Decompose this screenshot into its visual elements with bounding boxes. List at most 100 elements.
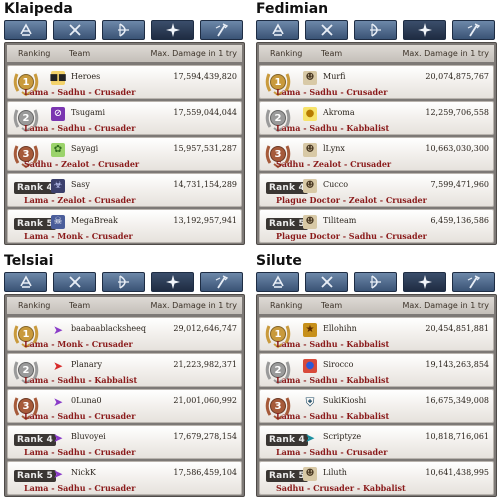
team-leader-name[interactable]: 0Luna0 — [71, 396, 102, 405]
rank-label: Rank 5 — [14, 218, 56, 230]
max-damage-value: 17,586,459,104 — [173, 468, 237, 477]
rank-label: Rank 4 — [14, 182, 56, 194]
class-tab-3[interactable] — [102, 272, 145, 292]
header-ranking: Ranking — [18, 49, 51, 58]
crossed-swords-icon — [68, 24, 81, 36]
ranking-row[interactable]: 1 ★ Ellohihn 20,454,851,881 Lama - Sadhu - K… — [259, 317, 494, 351]
team-leader-name[interactable]: Scriptyze — [323, 432, 361, 441]
team-leader-name[interactable]: Sayagi — [71, 144, 98, 153]
bow-icon — [369, 275, 381, 289]
team-jobs: Lama - Sadhu - Kabbalist — [276, 375, 390, 385]
ranking-row[interactable]: Rank 5 ➤ NickK 17,586,459,104 Lama - Sadhu -… — [7, 461, 242, 495]
class-tab-4[interactable] — [403, 272, 446, 292]
ranking-row[interactable]: Rank 4 ➤ Bluvoyei 17,679,278,154 Lama - Sadh… — [7, 425, 242, 459]
max-damage-value: 17,559,044,044 — [173, 108, 237, 117]
ranking-row[interactable]: Rank 4 ➤ Scriptyze 10,818,716,061 Lama - Sad… — [259, 425, 494, 459]
ranking-row[interactable]: Rank 4 ☻ Cucco 7,599,471,960 Plague Doctor -… — [259, 173, 494, 207]
team-leader-name[interactable]: Heroes — [71, 72, 100, 81]
class-tab-5[interactable] — [200, 20, 243, 40]
class-tab-3[interactable] — [354, 272, 397, 292]
team-leader-name[interactable]: lLynx — [323, 144, 345, 153]
team-leader-name[interactable]: Planary — [71, 360, 102, 369]
ranking-row[interactable]: 3 ⛨ SukiKioshi 16,675,349,008 Lama - Sadhu -… — [259, 389, 494, 423]
class-tab-5[interactable] — [200, 272, 243, 292]
class-tab-2[interactable] — [305, 272, 348, 292]
class-tab-2[interactable] — [305, 20, 348, 40]
ranking-row[interactable]: 2 ➤ Planary 21,223,982,371 Lama - Sadhu - Ka… — [7, 353, 242, 387]
ranking-row[interactable]: 1 ☻ Murfi 20,074,875,767 Lama - Sadhu - Crus… — [259, 65, 494, 99]
staff-icon — [215, 275, 228, 289]
green-creature-icon: ✿ — [51, 143, 65, 157]
rank-label: Rank 4 — [14, 434, 56, 446]
purple-runner-icon: ➤ — [52, 431, 64, 445]
team-jobs: Lama - Sadhu - Kabbalist — [24, 375, 138, 385]
ranking-row[interactable]: Rank 4 ☣ Sasy 14,731,154,289 Lama - Zealot -… — [7, 173, 242, 207]
ranking-row[interactable]: 3 ☻ lLynx 10,663,030,300 Sadhu - Zealot - Cr… — [259, 137, 494, 171]
team-leader-name[interactable]: baabaablacksheeq — [71, 324, 146, 333]
team-leader-name[interactable]: Sasy — [71, 180, 90, 189]
ranking-row[interactable]: 3 ➤ 0Luna0 21,001,060,992 Lama - Sadhu - Cru… — [7, 389, 242, 423]
header-team: Team — [69, 301, 91, 310]
team-jobs: Lama - Sadhu - Crusader — [24, 123, 136, 133]
max-damage-value: 20,454,851,881 — [425, 324, 489, 333]
team-leader-name[interactable]: Ellohihn — [323, 324, 357, 333]
class-tab-3[interactable] — [354, 20, 397, 40]
class-tab-1[interactable] — [256, 20, 299, 40]
class-tab-5[interactable] — [452, 20, 495, 40]
team-leader-name[interactable]: Murfi — [323, 72, 346, 81]
header-ranking: Ranking — [18, 301, 51, 310]
crossed-swords-icon — [320, 276, 333, 288]
header-team: Team — [69, 49, 91, 58]
max-damage-value: 13,192,957,941 — [173, 216, 237, 225]
class-tab-5[interactable] — [452, 272, 495, 292]
staff-icon — [467, 275, 480, 289]
header-team: Team — [321, 49, 343, 58]
ranking-row[interactable]: Rank 5 ☻ Liluth 10,641,438,995 Sadhu - Crusa… — [259, 461, 494, 495]
team-leader-name[interactable]: SukiKioshi — [323, 396, 366, 405]
ranking-row[interactable]: Rank 5 ☻ Tiliteam 6,459,136,586 Plague Docto… — [259, 209, 494, 243]
team-jobs: Lama - Sadhu - Kabbalist — [276, 123, 390, 133]
class-tab-1[interactable] — [256, 272, 299, 292]
ranking-row[interactable]: 3 ✿ Sayagi 15,957,531,287 Sadhu - Zealot - C… — [7, 137, 242, 171]
team-leader-name[interactable]: MegaBreak — [71, 216, 118, 225]
team-jobs: Lama - Monk - Crusader — [24, 231, 133, 241]
team-jobs: Lama - Sadhu - Crusader — [24, 447, 136, 457]
class-tab-4[interactable] — [151, 20, 194, 40]
blue-orb-icon: ● — [303, 359, 317, 373]
ranking-row[interactable]: 2 ⊘ Tsugami 17,559,044,044 Lama - Sadhu - Cr… — [7, 101, 242, 135]
class-tab-4[interactable] — [151, 272, 194, 292]
gold-emblem-icon: ★ — [303, 323, 317, 337]
class-tab-4[interactable] — [403, 20, 446, 40]
team-leader-name[interactable]: Bluvoyei — [71, 432, 106, 441]
team-jobs: Lama - Monk - Crusader — [24, 339, 133, 349]
purple-runner-icon: ➤ — [52, 323, 64, 337]
max-damage-value: 21,001,060,992 — [173, 396, 237, 405]
team-leader-name[interactable]: Sirocco — [323, 360, 353, 369]
team-leader-name[interactable]: Tsugami — [71, 108, 105, 117]
header-team: Team — [321, 301, 343, 310]
server-panel-silute: Silute Ranking Team Max. Damage in 1 try 1 ★ E… — [254, 252, 497, 498]
staff-icon — [467, 23, 480, 37]
ranking-row[interactable]: 2 ● Sirocco 19,143,263,854 Lama - Sadhu - Ka… — [259, 353, 494, 387]
class-tab-2[interactable] — [53, 272, 96, 292]
team-leader-name[interactable]: Tiliteam — [323, 216, 356, 225]
ranking-row[interactable]: Rank 5 ☠ MegaBreak 13,192,957,941 Lama - Mon… — [7, 209, 242, 243]
class-tab-2[interactable] — [53, 20, 96, 40]
ranking-row[interactable]: 1 ➤ baabaablacksheeq 29,012,646,747 Lama - M… — [7, 317, 242, 351]
class-tab-1[interactable] — [4, 20, 47, 40]
team-leader-name[interactable]: Cucco — [323, 180, 348, 189]
team-leader-name[interactable]: NickK — [71, 468, 96, 477]
team-leader-name[interactable]: Liluth — [323, 468, 347, 477]
ranking-row[interactable]: 2 ● Akroma 12,259,706,558 Lama - Sadhu - Kab… — [259, 101, 494, 135]
server-name: Fedimian — [256, 1, 329, 17]
character-portrait-icon: ☻ — [303, 179, 317, 193]
cross-star-icon — [165, 23, 180, 37]
team-jobs: Lama - Sadhu - Crusader — [24, 87, 136, 97]
header-ranking: Ranking — [270, 301, 303, 310]
class-tab-1[interactable] — [4, 272, 47, 292]
ranking-row[interactable]: 1 ■■ Heroes 17,594,439,820 Lama - Sadhu - Cr… — [7, 65, 242, 99]
purple-runner-icon: ➤ — [52, 467, 64, 481]
server-name: Telsiai — [4, 253, 54, 269]
class-tab-3[interactable] — [102, 20, 145, 40]
team-leader-name[interactable]: Akroma — [323, 108, 355, 117]
